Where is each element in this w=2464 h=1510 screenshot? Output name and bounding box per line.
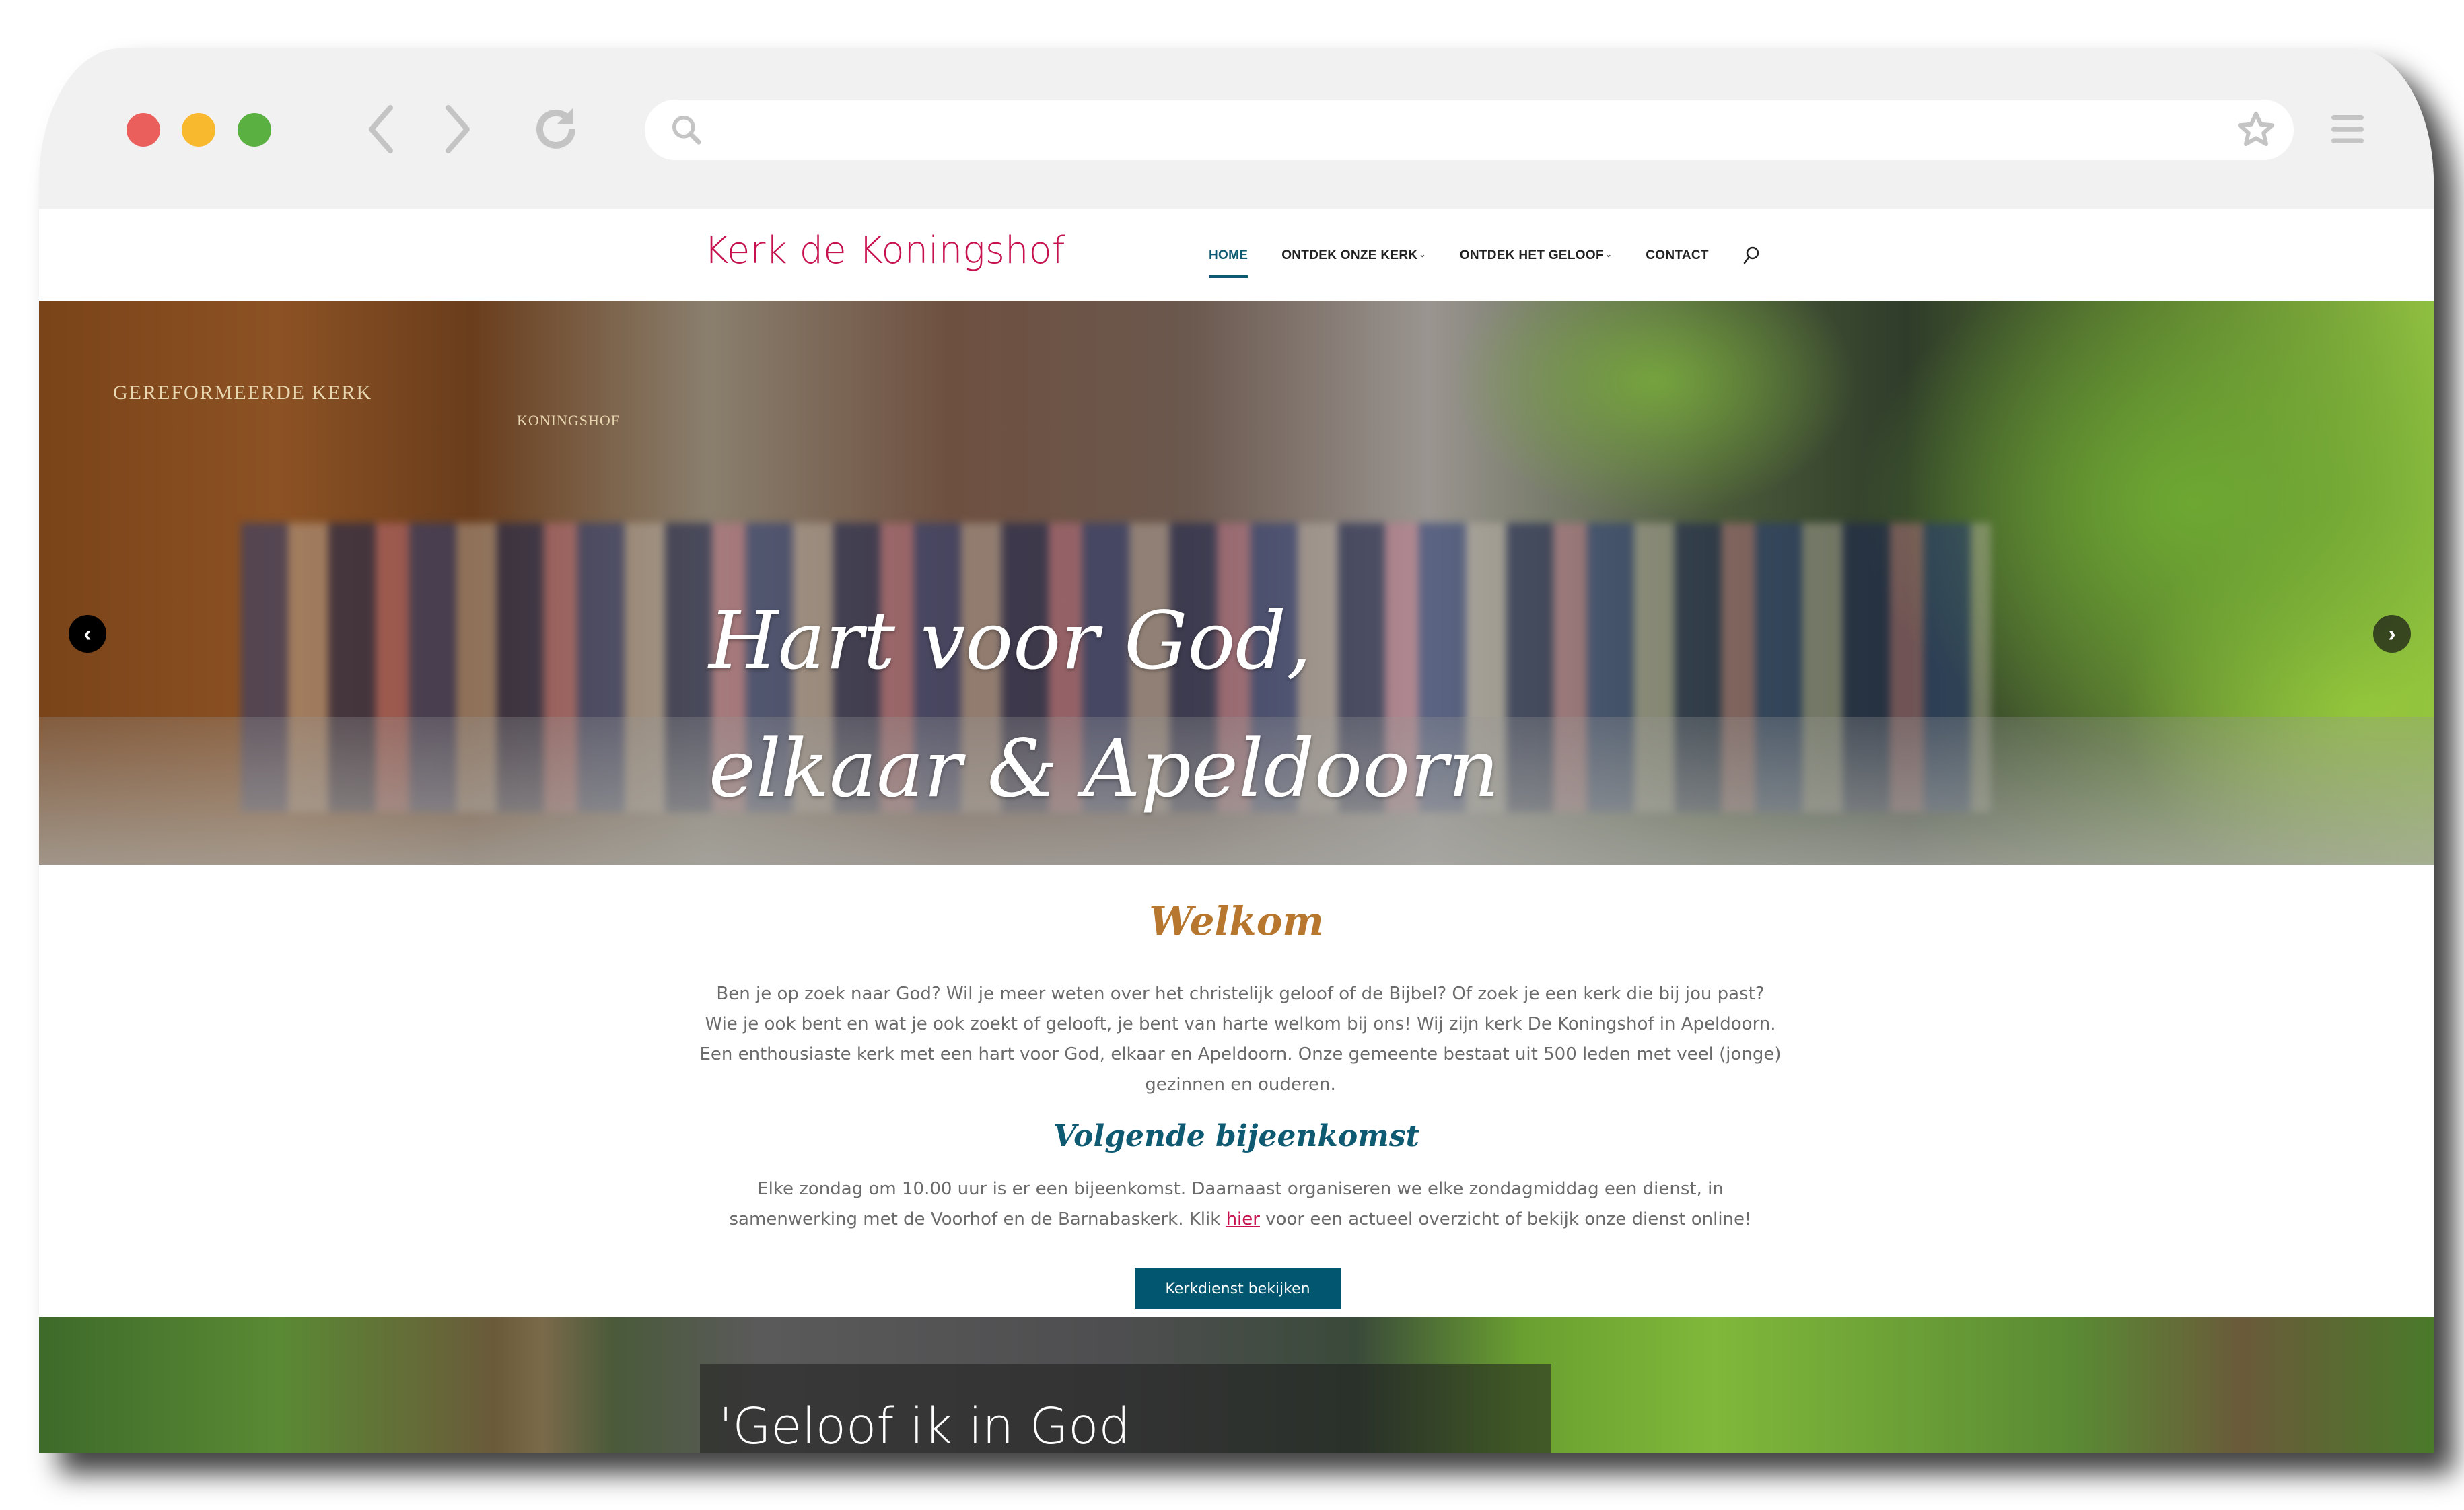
hero-photo-sign: GEREFORMEERDE KERK (113, 382, 373, 404)
next-meeting-heading: Volgende bijeenkomst (1053, 1119, 1419, 1153)
star-icon[interactable] (2236, 110, 2276, 150)
hier-link[interactable]: hier (1226, 1209, 1260, 1229)
chevron-left-icon: ‹ (83, 620, 92, 647)
minimize-window-button[interactable] (182, 113, 215, 147)
chevron-down-icon: ⌄ (1605, 250, 1613, 259)
slider-next-button[interactable]: › (2373, 615, 2411, 653)
next-meeting-text: Elke zondag om 10.00 uur is er een bijee… (699, 1174, 1782, 1235)
url-input[interactable] (705, 103, 2236, 157)
search-icon (672, 116, 701, 145)
hero-slider: GEREFORMEERDE KERK KONINGSHOF Hart voor … (39, 301, 2434, 865)
nav-item-ontdek-het-geloof[interactable]: ONTDEK HET GELOOF ⌄ (1460, 248, 1612, 263)
welcome-heading: Welkom (1149, 898, 1324, 944)
browser-window: Kerk de Koningshof HOME ONTDEK ONZE KERK… (39, 48, 2434, 1453)
main-nav: HOME ONTDEK ONZE KERK ⌄ ONTDEK HET GELOOF… (1209, 236, 1760, 278)
watch-service-button[interactable]: Kerkdienst bekijken (1135, 1268, 1341, 1309)
site-header: Kerk de Koningshof HOME ONTDEK ONZE KERK… (39, 209, 2434, 301)
banner-title: 'Geloof ik in God (719, 1398, 1131, 1453)
close-window-button[interactable] (127, 113, 160, 147)
welcome-section: Welkom Ben je op zoek naar God? Wil je m… (39, 865, 2434, 1317)
search-icon[interactable] (1743, 246, 1760, 266)
address-bar[interactable] (645, 100, 2294, 160)
site-logo[interactable]: Kerk de Koningshof (704, 229, 1065, 273)
forward-icon[interactable] (429, 101, 483, 157)
chevron-down-icon: ⌄ (1419, 250, 1426, 259)
browser-toolbar (39, 48, 2434, 209)
nav-label: ONTDEK HET GELOOF (1459, 248, 1604, 262)
chevron-right-icon: › (2388, 620, 2396, 647)
hero-title-line-1: Hart voor God, (709, 594, 1312, 687)
hero-photo-sign: KONINGSHOF (517, 412, 621, 429)
nav-label: HOME (1209, 248, 1248, 262)
menu-icon[interactable] (2327, 109, 2368, 149)
next-meeting-text-part: voor een actueel overzicht of bekijk onz… (1259, 1209, 1752, 1229)
back-icon[interactable] (355, 101, 409, 157)
maximize-window-button[interactable] (238, 113, 271, 147)
slider-prev-button[interactable]: ‹ (69, 615, 106, 653)
nav-label: CONTACT (1646, 248, 1709, 262)
reload-icon[interactable] (529, 101, 583, 157)
nav-label: ONTDEK ONZE KERK (1281, 248, 1418, 262)
welcome-text: Ben je op zoek naar God? Wil je meer wet… (699, 984, 1782, 1095)
faith-banner: 'Geloof ik in God (39, 1317, 2434, 1453)
hero-title-line-2: elkaar & Apeldoorn (709, 722, 1500, 815)
nav-item-home[interactable]: HOME (1209, 248, 1248, 278)
hero-title: Hart voor God, elkaar & Apeldoorn (709, 577, 1500, 832)
nav-item-contact[interactable]: CONTACT (1646, 248, 1709, 263)
nav-item-ontdek-onze-kerk[interactable]: ONTDEK ONZE KERK ⌄ (1281, 248, 1426, 263)
